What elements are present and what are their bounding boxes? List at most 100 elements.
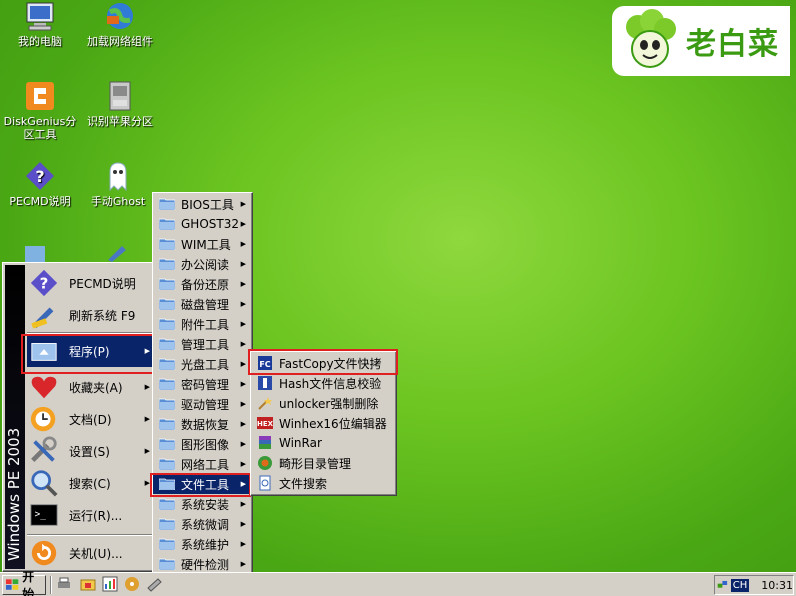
submenu-arrow-icon: ▶ — [240, 220, 246, 228]
file-tools-item[interactable]: WinRar — [251, 433, 396, 453]
submenu-arrow-icon: ▶ — [240, 240, 246, 248]
desktop-icon-manual-ghost[interactable]: 手动Ghost — [78, 160, 158, 208]
programs-item-label: 驱动管理 — [181, 397, 230, 412]
file-tools-item-label: Hash文件信息校验 — [279, 376, 382, 391]
start-item-settings[interactable]: 设置(S) ▶ — [27, 435, 153, 467]
cabbage-mascot-icon — [626, 9, 676, 68]
programs-item[interactable]: 数据恢复 ▶ — [153, 414, 252, 434]
file-tools-item[interactable]: 文件搜索 — [251, 473, 396, 493]
system-tray: CH 10:31 — [714, 575, 794, 595]
folder-icon — [159, 198, 175, 210]
svg-text:FC: FC — [259, 360, 270, 369]
file-tools-item[interactable]: unlocker强制删除 — [251, 393, 396, 413]
programs-item[interactable]: 图形图像 ▶ — [153, 434, 252, 454]
file-tools-item-label: WinRar — [279, 436, 322, 450]
programs-item[interactable]: BIOS工具 ▶ — [153, 194, 252, 214]
folder-icon — [159, 478, 175, 490]
folder-icon — [159, 298, 175, 310]
start-item-refresh[interactable]: 刷新系统 F9 — [27, 299, 153, 331]
start-item-label: 运行(R)... — [69, 508, 123, 523]
printer-icon[interactable] — [56, 576, 72, 592]
fastcopy-icon: FC — [258, 356, 272, 370]
start-item-label: PECMD说明 — [69, 276, 136, 291]
shutdown-icon — [31, 540, 57, 566]
submenu-arrow-icon: ▶ — [144, 383, 150, 391]
submenu-arrow-icon: ▶ — [240, 560, 246, 568]
file-tools-item-label: 畸形目录管理 — [279, 456, 352, 471]
brand-name: 老白菜 — [686, 27, 779, 62]
file-tools-item-label: unlocker强制删除 — [279, 396, 379, 411]
programs-item[interactable]: 光盘工具 ▶ — [153, 354, 252, 374]
programs-item[interactable]: 办公阅读 ▶ — [153, 254, 252, 274]
file-tools-item[interactable]: 畸形目录管理 — [251, 453, 396, 473]
programs-item[interactable]: 系统微调 ▶ — [153, 514, 252, 534]
file-tools-item[interactable]: FC FastCopy文件快拷 — [251, 353, 396, 373]
start-item-favorites[interactable]: 收藏夹(A) ▶ — [27, 371, 153, 403]
programs-item[interactable]: 文件工具 ▶ — [153, 474, 252, 494]
desktop-icon-label: 加载网络组件 — [87, 35, 153, 48]
submenu-arrow-icon: ▶ — [240, 360, 246, 368]
submenu-arrow-icon: ▶ — [240, 480, 246, 488]
desktop-icon-label: DiskGenius分区工具 — [3, 115, 77, 141]
programs-item[interactable]: 网络工具 ▶ — [153, 454, 252, 474]
submenu-arrow-icon: ▶ — [240, 320, 246, 328]
ghost-icon — [109, 162, 127, 192]
explorer-icon[interactable] — [146, 576, 162, 592]
file-tools-item[interactable]: HEX Winhex16位编辑器 — [251, 413, 396, 433]
programs-item[interactable]: 附件工具 ▶ — [153, 314, 252, 334]
start-button[interactable]: 开始 — [2, 570, 46, 596]
cd-icon[interactable] — [124, 576, 140, 592]
programs-item[interactable]: 磁盘管理 ▶ — [153, 294, 252, 314]
programs-item[interactable]: 密码管理 ▶ — [153, 374, 252, 394]
desktop-icon-pecmd-help[interactable]: ? PECMD说明 — [0, 160, 80, 208]
language-indicator[interactable]: CH — [730, 578, 750, 592]
svg-text:?: ? — [35, 167, 44, 186]
brand-logo: 老白菜 — [612, 6, 790, 76]
programs-item-label: 文件工具 — [181, 477, 230, 492]
desktop-icon-diskgenius[interactable]: DiskGenius分区工具 — [0, 80, 80, 141]
network-tray-icon[interactable] — [717, 577, 728, 593]
folder-icon[interactable] — [80, 576, 96, 592]
submenu-arrow-icon: ▶ — [240, 260, 246, 268]
computer-icon — [26, 2, 54, 31]
submenu-arrow-icon: ▶ — [240, 520, 246, 528]
desktop-icon-network[interactable]: 加载网络组件 — [80, 0, 160, 48]
programs-item[interactable]: 硬件检测 ▶ — [153, 554, 252, 574]
start-item-programs[interactable]: 程序(P) ▶ — [27, 335, 153, 367]
submenu-arrow-icon: ▶ — [240, 300, 246, 308]
start-item-documents[interactable]: 文档(D) ▶ — [27, 403, 153, 435]
programs-item[interactable]: 驱动管理 ▶ — [153, 394, 252, 414]
folder-icon — [159, 558, 175, 570]
chart-icon[interactable] — [102, 576, 118, 592]
clock[interactable]: 10:31 — [761, 579, 793, 592]
programs-item-label: 系统维护 — [181, 537, 230, 552]
desktop-icon-label: 我的电脑 — [18, 35, 62, 48]
svg-text:HEX: HEX — [257, 420, 273, 428]
folder-icon — [159, 498, 175, 510]
winrar-icon — [259, 436, 271, 449]
unlocker-wand-icon — [258, 397, 272, 410]
start-item-shutdown[interactable]: 关机(U)... — [27, 537, 153, 569]
file-tools-item[interactable]: Hash文件信息校验 — [251, 373, 396, 393]
programs-item[interactable]: 管理工具 ▶ — [153, 334, 252, 354]
programs-item-label: 图形图像 — [181, 437, 230, 452]
documents-icon — [30, 406, 56, 432]
taskbar: 开始 CH 10:31 — [0, 570, 796, 596]
programs-item[interactable]: 系统安装 ▶ — [153, 494, 252, 514]
programs-item[interactable]: 系统维护 ▶ — [153, 534, 252, 554]
programs-item[interactable]: WIM工具 ▶ — [153, 234, 252, 254]
start-button-label: 开始 — [22, 570, 35, 596]
programs-item[interactable]: GHOST32 ▶ — [153, 214, 252, 234]
folder-icon — [159, 538, 175, 550]
desktop-icon-apple-partition[interactable]: 识别苹果分区 — [80, 80, 160, 128]
start-item-label: 文档(D) — [69, 412, 112, 427]
start-item-run[interactable]: >_ 运行(R)... — [27, 499, 153, 531]
start-item-pecmd-help[interactable]: ? PECMD说明 — [27, 267, 153, 299]
start-menu-separator — [27, 534, 153, 536]
refresh-icon — [31, 307, 54, 329]
desktop-icon-my-computer[interactable]: 我的电脑 — [0, 0, 80, 48]
start-item-search[interactable]: 搜索(C) ▶ — [27, 467, 153, 499]
start-item-label: 关机(U)... — [69, 546, 123, 561]
programs-item[interactable]: 备份还原 ▶ — [153, 274, 252, 294]
programs-item-label: GHOST32 — [181, 217, 239, 231]
